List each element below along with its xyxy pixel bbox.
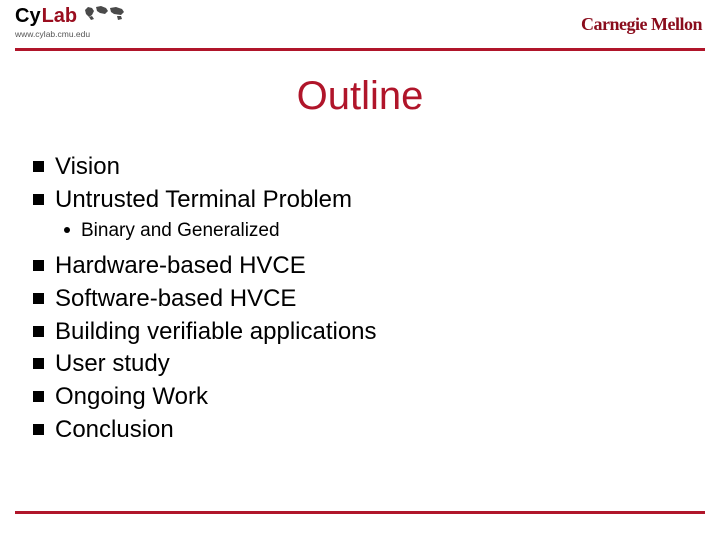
list-item: Ongoing Work [33, 382, 700, 413]
cylab-logo: CyLab www.cylab.cmu.edu [15, 4, 127, 44]
logo-lab: Lab [42, 5, 78, 28]
list-item: Conclusion [33, 415, 700, 446]
list-subitem: Binary and Generalized [33, 219, 700, 244]
list-item: Untrusted Terminal Problem [33, 185, 700, 216]
slide: CyLab www.cylab.cmu.edu Carnegie Mell [0, 0, 720, 540]
slide-title: Outline [0, 74, 720, 119]
logo-url: www.cylab.cmu.edu [15, 29, 127, 39]
world-map-icon [83, 4, 127, 27]
list-item: Building verifiable applications [33, 317, 700, 348]
divider-bottom [15, 511, 705, 514]
list-item: Software-based HVCE [33, 284, 700, 315]
list-item: User study [33, 349, 700, 380]
slide-header: CyLab www.cylab.cmu.edu Carnegie Mell [0, 0, 720, 46]
slide-body: Vision Untrusted Terminal Problem Binary… [33, 152, 700, 447]
carnegie-mellon-wordmark: Carnegie Mellon [581, 14, 702, 35]
cylab-logo-text: CyLab [15, 4, 127, 28]
list-item: Vision [33, 152, 700, 183]
list-item: Hardware-based HVCE [33, 251, 700, 282]
logo-cy: Cy [15, 5, 41, 28]
divider-top [15, 48, 705, 51]
outline-list: Vision Untrusted Terminal Problem Binary… [33, 152, 700, 445]
